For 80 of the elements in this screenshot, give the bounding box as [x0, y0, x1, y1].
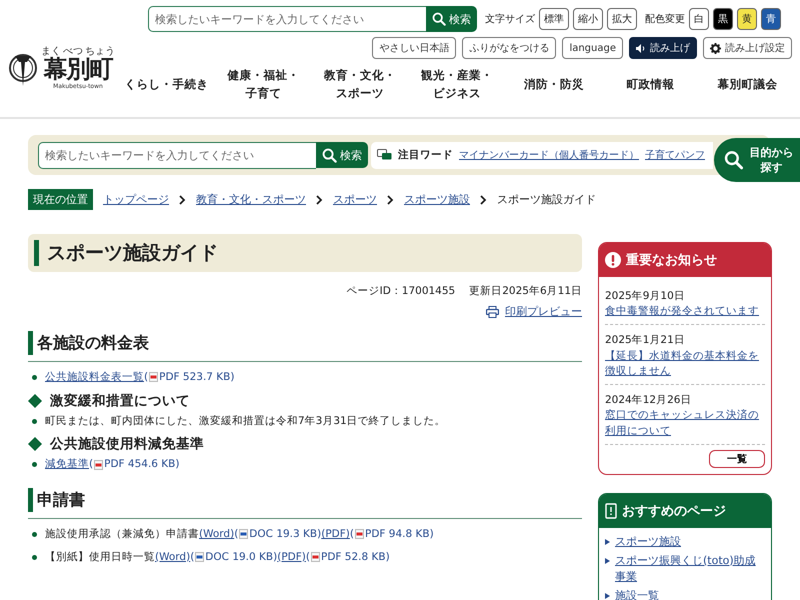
notice-link[interactable]: 【延長】水道料金の基本料金を徴収しません [605, 348, 765, 380]
search-field[interactable]: 検索したいキーワードを入力してください [38, 142, 316, 169]
file-info: PDF 94.8 KB) [364, 527, 434, 542]
file-info: ( [89, 457, 94, 472]
featured-word-link[interactable]: マイナンバーカード（個人番号カード） [459, 148, 639, 162]
file-info: ( [350, 527, 354, 542]
tool-button[interactable]: language [562, 37, 623, 59]
recommended-link[interactable]: 施設一覧 [615, 588, 659, 600]
subsection-heading: 公共施設使用料減免基準 [50, 435, 204, 454]
font-size-button[interactable]: 縮小 [573, 8, 603, 30]
notices-title: 重要なお知らせ [626, 252, 717, 269]
featured-word-link[interactable]: 子育てパンフ [645, 148, 705, 162]
color-scheme-label: 配色変更 [645, 12, 685, 26]
file-info: PDF 454.6 KB) [104, 457, 180, 472]
nav-menu-item[interactable]: 観光・産業・ビジネス [418, 67, 496, 103]
logo-name: 幕別町 [44, 57, 112, 83]
find-by-purpose-button[interactable]: 目的から探す [714, 138, 800, 182]
breadcrumb-label: 現在の位置 [28, 189, 93, 210]
file-info: PDF 52.8 KB) [320, 550, 390, 564]
nav-menu-item[interactable]: くらし・手続き [124, 76, 208, 94]
document-link[interactable]: (PDF) [321, 527, 350, 542]
updated-date: 更新日2025年6月11日 [469, 284, 582, 298]
file-info: DOC 19.3 KB) [249, 527, 322, 542]
recommended-link[interactable]: スポーツ施設 [615, 534, 681, 550]
read-aloud-settings-button[interactable]: 読み上げ設定 [703, 37, 792, 59]
featured-words-label: 注目ワード [398, 148, 453, 162]
breadcrumb-link[interactable]: トップページ [103, 192, 169, 207]
logo-ruby: べつ [63, 47, 83, 58]
color-scheme-button[interactable]: 青 [761, 8, 781, 30]
document-link[interactable]: 減免基準 [45, 457, 89, 472]
breadcrumb-link[interactable]: 教育・文化・スポーツ [196, 192, 306, 207]
document-link[interactable]: (Word) [155, 550, 190, 564]
color-scheme-button[interactable]: 黄 [737, 8, 757, 30]
read-aloud-button[interactable]: 読み上げ [629, 37, 697, 59]
section-heading: 各施設の料金表 [28, 327, 582, 362]
file-info: PDF 523.7 KB) [159, 370, 234, 385]
subsection-heading: 激変緩和措置について [50, 392, 190, 410]
print-preview-link[interactable]: 印刷プレビュー [505, 304, 582, 319]
notice-date: 2024年12月26日 [605, 393, 692, 408]
page-id: ページID：17001455 [346, 284, 456, 298]
document-link[interactable]: 公共施設料金表一覧 [45, 370, 144, 385]
breadcrumb-link[interactable]: スポーツ [333, 192, 377, 207]
font-size-label: 文字サイズ [485, 12, 535, 26]
search-button[interactable]: 検索 [426, 6, 477, 32]
font-size-button[interactable]: 標準 [539, 8, 569, 30]
logo-ruby: ちょう [85, 47, 115, 58]
nav-menu-item[interactable]: 消防・防災 [524, 76, 584, 94]
file-info: ( [190, 550, 194, 564]
page-title: スポーツ施設ガイド [28, 234, 582, 272]
recommended-link[interactable]: スポーツ振興くじ(toto)助成事業 [615, 552, 765, 585]
recommended-title: おすすめのページ [622, 502, 726, 520]
notice-date: 2025年1月21日 [605, 333, 686, 348]
view-all-button[interactable]: 一覧 [709, 450, 765, 468]
file-info: ( [306, 550, 310, 564]
document-link[interactable]: (PDF) [277, 550, 306, 564]
breadcrumb-current-page: スポーツ施設ガイド [497, 192, 596, 207]
tool-button[interactable]: ふりがなをつける [462, 37, 556, 59]
notice-date: 2025年9月10日 [605, 289, 686, 304]
tool-button[interactable]: やさしい日本語 [372, 37, 456, 59]
color-scheme-button[interactable]: 黒 [713, 8, 733, 30]
notice-link[interactable]: 窓口でのキャッシュレス決済の利用について [605, 408, 765, 439]
nav-menu-item[interactable]: 健康・福祉・子育て [224, 67, 302, 103]
list-text: 施設使用承認（兼減免）申請書 [45, 527, 199, 542]
nav-menu-item[interactable]: 教育・文化・スポーツ [322, 67, 399, 103]
search-field[interactable]: 検索したいキーワードを入力してください [148, 6, 426, 32]
color-scheme-button[interactable]: 白 [689, 8, 709, 30]
logo-ruby: まく [41, 47, 61, 58]
search-button[interactable]: 検索 [316, 142, 368, 168]
notice-link[interactable]: 食中毒警報が発令されています [605, 304, 765, 320]
document-link[interactable]: (Word) [199, 527, 234, 542]
section-heading: 申請書 [28, 484, 582, 520]
font-size-button[interactable]: 拡大 [607, 8, 637, 30]
list-text: 町民または、町内団体にした、激変緩和措置は令和7年3月31日で終了しました。 [45, 414, 446, 428]
nav-menu-item[interactable]: 町政情報 [626, 76, 675, 94]
list-text: 【別紙】使用日時一覧 [45, 550, 155, 564]
file-info: DOC 19.0 KB) [205, 550, 278, 564]
file-info: ( [234, 527, 238, 542]
breadcrumb-link[interactable]: スポーツ施設 [404, 192, 470, 207]
file-info: ( [144, 370, 148, 385]
nav-menu-item[interactable]: 幕別町議会 [718, 76, 778, 94]
